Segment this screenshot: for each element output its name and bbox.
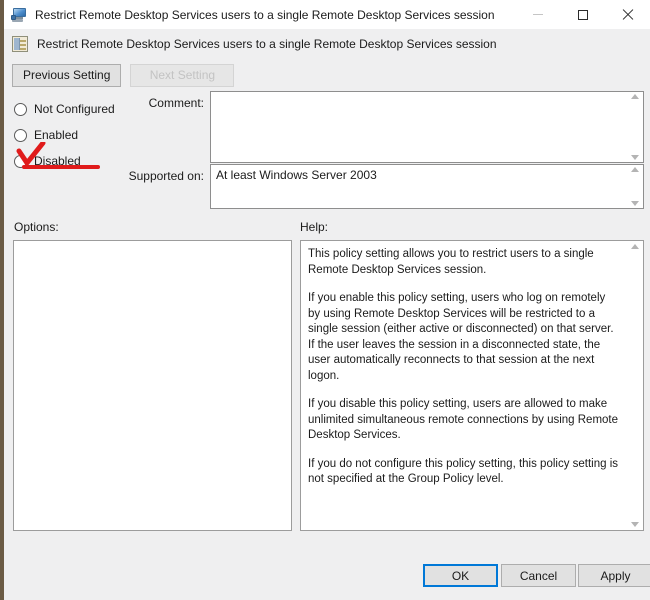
close-icon[interactable]	[605, 0, 650, 29]
supported-on-scrollbar[interactable]	[627, 165, 643, 208]
scroll-up-icon[interactable]	[631, 244, 639, 249]
section-labels: Options: Help:	[4, 216, 650, 240]
help-paragraph: If you disable this policy setting, user…	[308, 398, 619, 441]
options-label: Options:	[14, 220, 59, 234]
policy-header: Restrict Remote Desktop Services users t…	[4, 29, 650, 59]
comment-scrollbar[interactable]	[627, 92, 643, 162]
navigation-buttons: Previous Setting Next Setting	[4, 59, 650, 91]
next-setting-button[interactable]: Next Setting	[130, 63, 235, 87]
scroll-up-icon[interactable]	[631, 94, 639, 99]
policy-title: Restrict Remote Desktop Services users t…	[37, 37, 497, 51]
comment-value[interactable]	[211, 92, 627, 162]
policy-state-form: Not Configured Enabled Disabled Comment:…	[4, 91, 650, 216]
help-text: This policy setting allows you to restri…	[301, 241, 627, 530]
help-paragraph: If you enable this policy setting, users…	[308, 292, 614, 382]
supported-on-label: Supported on:	[128, 169, 204, 183]
supported-on-value: At least Windows Server 2003	[216, 168, 377, 182]
ok-button[interactable]: OK	[423, 564, 498, 587]
radio-label-disabled: Disabled	[34, 154, 81, 168]
remote-desktop-monitor-icon	[11, 7, 27, 23]
scroll-down-icon[interactable]	[631, 522, 639, 527]
cancel-button[interactable]: Cancel	[501, 564, 576, 587]
scroll-down-icon[interactable]	[631, 201, 639, 206]
maximize-icon[interactable]	[560, 0, 605, 29]
comment-textarea[interactable]	[210, 91, 644, 163]
minimize-icon[interactable]	[515, 0, 560, 29]
previous-setting-button[interactable]: Previous Setting	[12, 63, 122, 87]
title-bar: Restrict Remote Desktop Services users t…	[4, 0, 650, 29]
help-paragraph: This policy setting allows you to restri…	[308, 248, 594, 276]
radio-circle-icon	[14, 128, 27, 142]
supported-on-textarea: At least Windows Server 2003	[210, 164, 644, 209]
help-label: Help:	[300, 220, 329, 234]
scroll-down-icon[interactable]	[631, 155, 639, 160]
help-panel: This policy setting allows you to restri…	[300, 240, 644, 531]
policy-setting-icon	[12, 36, 28, 52]
help-scrollbar[interactable]	[627, 241, 643, 530]
help-paragraph: If you do not configure this policy sett…	[308, 457, 619, 486]
comment-label: Comment:	[148, 96, 204, 110]
group-policy-setting-dialog: Restrict Remote Desktop Services users t…	[4, 0, 650, 600]
apply-button[interactable]: Apply	[578, 564, 650, 587]
radio-label-enabled: Enabled	[34, 128, 79, 142]
window-title: Restrict Remote Desktop Services users t…	[35, 7, 495, 22]
scroll-up-icon[interactable]	[631, 167, 639, 172]
window-controls	[515, 0, 650, 29]
panels-container: This policy setting allows you to restri…	[4, 240, 650, 554]
options-panel[interactable]	[13, 240, 292, 531]
radio-enabled[interactable]: Enabled	[14, 122, 144, 148]
dialog-footer: OK Cancel Apply	[4, 554, 650, 600]
radio-circle-icon	[14, 154, 27, 168]
radio-circle-icon	[14, 102, 27, 116]
